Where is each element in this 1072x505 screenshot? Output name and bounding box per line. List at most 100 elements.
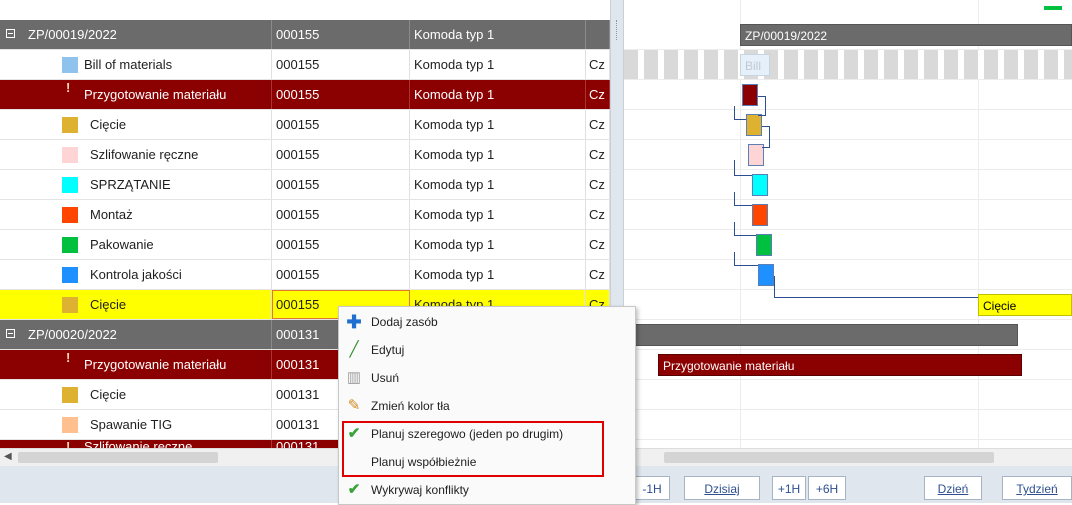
gantt-bar-przygotowanie-2[interactable]: Przygotowanie materiału <box>658 354 1022 376</box>
dependency-connector <box>734 160 752 176</box>
task-name: Cięcie <box>90 297 127 312</box>
task-code: 000155 <box>272 50 410 79</box>
menu-item-label: Edytuj <box>371 343 405 357</box>
scrollbar-thumb[interactable] <box>18 452 218 463</box>
gantt-row <box>624 200 1072 230</box>
group-row-zp00019[interactable]: ZP/00019/2022 000155 Komoda typ 1 <box>0 20 610 50</box>
week-view-button[interactable]: Tydzień <box>1002 476 1072 500</box>
dependency-connector <box>774 276 978 298</box>
scrollbar-thumb[interactable] <box>664 452 994 463</box>
task-name: Spawanie TIG <box>90 417 173 432</box>
task-product: Komoda typ 1 <box>410 20 586 49</box>
day-view-button[interactable]: Dzień <box>924 476 982 500</box>
task-product: Komoda typ 1 <box>410 50 586 79</box>
scroll-left-icon[interactable]: ◀ <box>4 451 12 462</box>
table-row[interactable]: SPRZĄTANIE 000155 Komoda typ 1 Cz <box>0 170 610 200</box>
task-name-cell: SPRZĄTANIE <box>14 170 272 199</box>
today-button[interactable]: Dzisiaj <box>684 476 760 500</box>
menu-item-label: Usuń <box>371 371 400 385</box>
gantt-group-bar[interactable]: ZP/00019/2022 <box>740 24 1072 46</box>
menu-item-label: Zmień kolor tła <box>371 399 450 413</box>
dependency-connector <box>758 96 766 116</box>
gantt-bar-sprzatanie[interactable] <box>752 174 768 196</box>
menu-item-edit[interactable]: ╱ Edytuj <box>339 337 635 363</box>
task-name: SPRZĄTANIE <box>90 177 171 192</box>
gantt-row <box>624 80 1072 110</box>
table-row[interactable]: Pakowanie 000155 Komoda typ 1 Cz <box>0 230 610 260</box>
task-product: Komoda typ 1 <box>410 260 586 289</box>
menu-item-change-bg-color[interactable]: ✎ Zmień kolor tła <box>339 393 635 419</box>
gantt-row <box>624 380 1072 410</box>
table-row[interactable]: Bill of materials 000155 Komoda typ 1 Cz <box>0 50 610 80</box>
gantt-horizontal-scrollbar[interactable] <box>624 448 1072 467</box>
task-name: ZP/00019/2022 <box>14 20 272 49</box>
task-product: Komoda typ 1 <box>410 230 586 259</box>
task-name: Pakowanie <box>90 237 154 252</box>
menu-item-detect-conflicts[interactable]: ✔ Wykrywaj konflikty <box>339 477 635 503</box>
task-name-cell: Cięcie <box>14 380 272 409</box>
task-name-cell: Cięcie <box>14 290 272 319</box>
task-name: Szlifowanie ręczne <box>90 147 199 162</box>
dependency-connector <box>734 106 746 120</box>
palette-icon: ✎ <box>347 397 361 414</box>
menu-item-label: Dodaj zasób <box>371 315 438 329</box>
task-extra: Cz <box>586 170 610 199</box>
task-name: Przygotowanie materiału <box>84 357 227 372</box>
task-name: Bill of materials <box>84 57 173 72</box>
task-name: Montaż <box>90 207 133 222</box>
menu-item-delete[interactable]: ▥ Usuń <box>339 365 635 391</box>
gantt-row: ZP/00019/2022 <box>624 20 1072 50</box>
gantt-bar-kontrola[interactable] <box>758 264 774 286</box>
task-code: 000155 <box>272 140 410 169</box>
task-code: 000155 <box>272 80 410 109</box>
plus-6h-button[interactable]: +6H <box>808 476 846 500</box>
task-product: Komoda typ 1 <box>410 170 586 199</box>
gantt-row <box>624 410 1072 440</box>
trash-icon: ▥ <box>346 369 362 386</box>
gantt-bar-ciecie[interactable] <box>746 114 762 136</box>
task-name-cell: Przygotowanie materiału <box>14 80 272 109</box>
table-row[interactable]: ! Przygotowanie materiału 000155 Komoda … <box>0 80 610 110</box>
gantt-bar-bill[interactable]: Bill <box>740 54 770 76</box>
gantt-bar-ciecie-2[interactable]: Cięcie <box>978 294 1072 316</box>
gantt-chart: ZP/00019/2022 Bill Cięcie Przygotowanie … <box>624 0 1072 475</box>
minus-1h-button[interactable]: -1H <box>634 476 670 500</box>
task-code: 000155 <box>272 230 410 259</box>
task-name-cell: Przygotowanie materiału <box>14 350 272 379</box>
task-name: Kontrola jakości <box>90 267 182 282</box>
task-product: Komoda typ 1 <box>410 140 586 169</box>
task-name: Cięcie <box>90 387 127 402</box>
gantt-row <box>624 140 1072 170</box>
task-name: Przygotowanie materiału <box>84 87 227 102</box>
dependency-connector <box>734 222 756 236</box>
task-code: 000155 <box>272 20 410 49</box>
gantt-row <box>624 320 1072 350</box>
table-row[interactable]: Cięcie 000155 Komoda typ 1 Cz <box>0 110 610 140</box>
task-product: Komoda typ 1 <box>410 200 586 229</box>
dependency-connector <box>734 192 752 206</box>
task-extra: Cz <box>586 140 610 169</box>
menu-item-add-resource[interactable]: ✚ Dodaj zasób <box>339 309 635 335</box>
task-name-cell: Bill of materials <box>14 50 272 79</box>
task-extra: Cz <box>586 260 610 289</box>
task-extra: Cz <box>586 50 610 79</box>
task-extra: Cz <box>586 200 610 229</box>
status-indicator <box>1044 6 1062 10</box>
task-code: 000155 <box>272 200 410 229</box>
task-extra: Cz <box>586 80 610 109</box>
table-row[interactable]: Kontrola jakości 000155 Komoda typ 1 Cz <box>0 260 610 290</box>
task-name-cell: Cięcie <box>14 110 272 139</box>
gantt-bar-pakowanie[interactable] <box>756 234 772 256</box>
task-code: 000155 <box>272 110 410 139</box>
plus-1h-button[interactable]: +1H <box>772 476 806 500</box>
task-name-cell: Pakowanie <box>14 230 272 259</box>
gantt-row: Przygotowanie materiału <box>624 350 1072 380</box>
table-row[interactable]: Szlifowanie ręczne 000155 Komoda typ 1 C… <box>0 140 610 170</box>
task-name-cell: Montaż <box>14 200 272 229</box>
gantt-bar-przygotowanie[interactable] <box>742 84 758 106</box>
task-product: Komoda typ 1 <box>410 80 586 109</box>
gantt-group-bar-2[interactable] <box>632 324 1018 346</box>
plus-icon: ✚ <box>346 312 362 332</box>
task-name-cell: Spawanie TIG <box>14 410 272 439</box>
table-row[interactable]: Montaż 000155 Komoda typ 1 Cz <box>0 200 610 230</box>
